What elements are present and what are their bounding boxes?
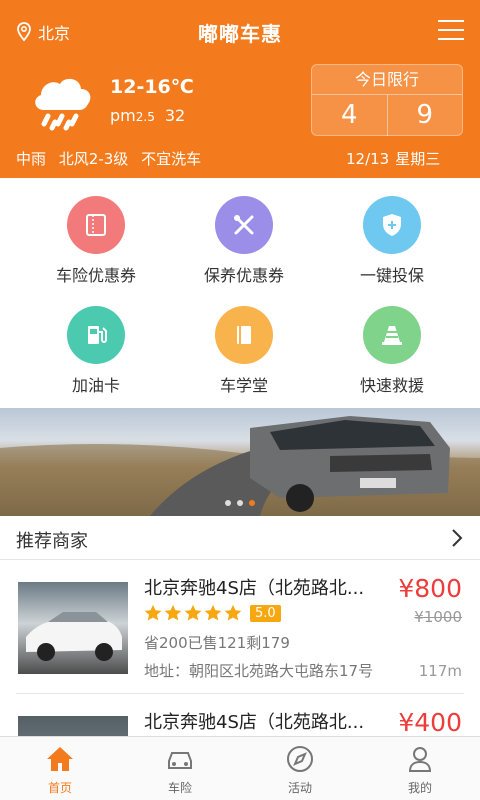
fuel-icon	[67, 306, 125, 364]
shield-icon	[363, 196, 421, 254]
bottom-tab-bar: 首页 车险 活动 我的	[0, 736, 480, 800]
shop-name: 北京奔驰4S店（北苑路北...	[144, 578, 365, 599]
limit-number: 4	[312, 95, 388, 136]
list-item[interactable]: 北京奔驰4S店（北苑路北... 5.0 省200已售121剩179 地址：朝阳区…	[0, 560, 480, 694]
banner-indicator	[0, 491, 480, 510]
ticket-icon	[67, 196, 125, 254]
tools-icon	[215, 196, 273, 254]
chevron-right-icon	[452, 529, 463, 547]
weather-info: 中雨 北风2-3级 不宜洗车	[16, 148, 209, 169]
shop-image	[18, 582, 128, 674]
car-icon	[168, 752, 192, 769]
service-rescue[interactable]: 快速救援	[312, 306, 472, 396]
star-icon	[224, 604, 242, 621]
shop-address: 地址：朝阳区北苑路大屯路东17号	[144, 662, 374, 680]
home-icon	[47, 747, 73, 771]
price: ¥400	[398, 708, 462, 737]
menu-icon[interactable]	[438, 20, 464, 42]
book-icon	[215, 306, 273, 364]
temperature: 12-16℃	[110, 76, 194, 98]
limit-title: 今日限行	[312, 65, 462, 95]
distance: 117m	[418, 662, 462, 680]
date-display: 12/13 星期三	[346, 150, 441, 168]
service-driving-school[interactable]: 车学堂	[164, 306, 324, 396]
limit-number: 9	[416, 100, 434, 130]
tab-insurance[interactable]: 车险	[120, 737, 240, 800]
rain-cloud-icon	[35, 78, 91, 131]
header: 北京 嘟嘟车惠 12-16℃ pm2.5 32 中雨 北风2-3级 不宜洗车 今日…	[0, 0, 480, 178]
top-bar: 北京 嘟嘟车惠	[0, 0, 480, 64]
shop-name: 北京奔驰4S店（北苑路北...	[144, 712, 365, 733]
service-grid: 车险优惠券 保养优惠券 一键投保 加油卡 车学堂 快速救援	[0, 178, 480, 408]
original-price: ¥1000	[414, 608, 462, 626]
sales-info: 省200已售121剩179	[144, 634, 290, 652]
promo-banner[interactable]	[0, 408, 480, 516]
section-title: 推荐商家	[16, 531, 88, 552]
star-icon	[204, 604, 222, 621]
service-maintenance-coupon[interactable]: 保养优惠券	[164, 196, 324, 286]
rating-badge: 5.0	[250, 604, 281, 622]
wind-level: 北风2-3级	[58, 150, 129, 168]
tab-profile[interactable]: 我的	[360, 737, 480, 800]
tab-home[interactable]: 首页	[0, 737, 120, 800]
traffic-limit-card: 今日限行 4 9	[311, 64, 463, 136]
star-icon	[184, 604, 202, 621]
app-title: 嘟嘟车惠	[198, 22, 282, 46]
price: ¥800	[398, 574, 462, 603]
compass-icon	[287, 746, 313, 772]
service-fuel-card[interactable]: 加油卡	[16, 306, 176, 396]
service-car-insurance-coupon[interactable]: 车险优惠券	[16, 196, 176, 286]
star-rating: 5.0	[144, 604, 281, 622]
pm-index: pm2.5 32	[110, 106, 186, 125]
star-icon	[164, 604, 182, 621]
car-wash-advice: 不宜洗车	[141, 150, 202, 168]
user-icon	[408, 747, 432, 772]
recommended-merchants-header[interactable]: 推荐商家	[0, 516, 480, 560]
star-icon	[144, 604, 162, 621]
weather-condition: 中雨	[16, 150, 47, 168]
cone-icon	[363, 306, 421, 364]
tab-activity[interactable]: 活动	[240, 737, 360, 800]
service-one-click-insure[interactable]: 一键投保	[312, 196, 472, 286]
